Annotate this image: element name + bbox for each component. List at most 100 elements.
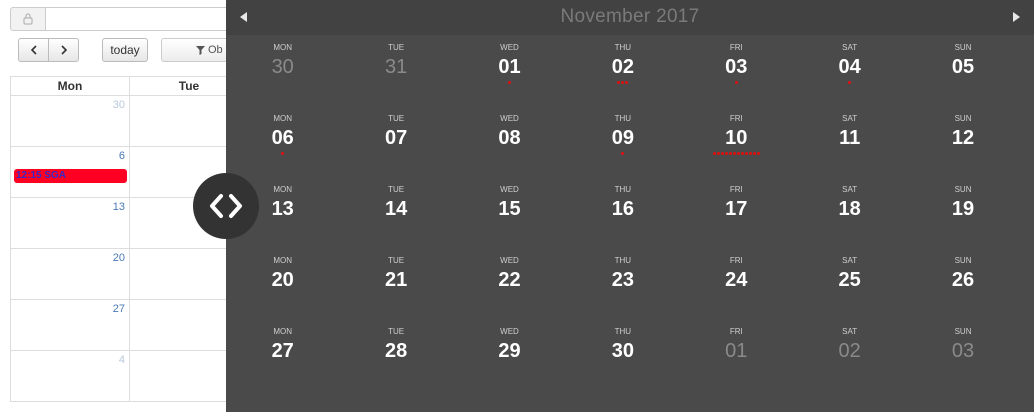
weekday-label: FRI [729, 327, 743, 336]
day-cell-mon[interactable]: 4 [10, 351, 129, 401]
today-button[interactable]: today [102, 38, 148, 62]
triangle-right-icon[interactable] [1013, 12, 1020, 22]
day-cell[interactable]: TUE 07 [339, 107, 452, 178]
day-cell[interactable]: THU 16 [566, 178, 679, 249]
day-cell-mon[interactable]: 27 [10, 300, 129, 350]
day-number: 4 [118, 354, 125, 366]
day-cell-mon[interactable]: 13 [10, 198, 129, 248]
day-cell[interactable]: SAT 11 [793, 107, 906, 178]
day-cell[interactable]: MON 27 [226, 320, 339, 391]
day-number: 13 [112, 201, 125, 213]
day-cell[interactable]: FRI 03 [680, 36, 793, 107]
event-markers [793, 365, 906, 369]
chevron-right-icon [60, 45, 67, 55]
day-cell[interactable]: WED 15 [453, 178, 566, 249]
day-cell[interactable]: THU 09 [566, 107, 679, 178]
month-title: November 2017 [560, 6, 700, 27]
day-number: 15 [498, 198, 521, 220]
event-dot [621, 81, 625, 84]
day-number: 16 [611, 198, 634, 220]
day-cell[interactable]: MON 06 [226, 107, 339, 178]
day-cell[interactable]: SAT 04 [793, 36, 906, 107]
event-dot [728, 152, 732, 155]
event-dot [734, 81, 738, 84]
day-cell[interactable]: MON 30 [226, 36, 339, 107]
day-cell[interactable]: FRI 01 [680, 320, 793, 391]
weekday-label: THU [614, 114, 632, 123]
day-cell[interactable]: SAT 25 [793, 249, 906, 320]
event-dot [736, 152, 740, 155]
day-cell[interactable]: WED 29 [453, 320, 566, 391]
event-dot [712, 152, 716, 155]
day-cell[interactable]: FRI 10 [680, 107, 793, 178]
weekday-label: WED [500, 256, 519, 265]
weekday-label: TUE [388, 114, 405, 123]
filter-button[interactable]: Ob [161, 38, 226, 62]
day-cell[interactable]: TUE 28 [339, 320, 452, 391]
day-cell-tue[interactable] [129, 96, 226, 146]
weekday-label: MON [273, 256, 293, 265]
event-markers [566, 365, 679, 369]
compare-slider-handle[interactable] [193, 173, 259, 239]
weekday-label: WED [500, 43, 519, 52]
day-number: 27 [271, 340, 294, 362]
day-number: 03 [951, 340, 975, 362]
day-cell[interactable]: SUN 12 [906, 107, 1019, 178]
day-cell[interactable]: THU 30 [566, 320, 679, 391]
event-markers [566, 223, 679, 227]
day-cell[interactable]: SAT 18 [793, 178, 906, 249]
weekday-label: WED [500, 327, 519, 336]
day-number: 31 [384, 56, 408, 78]
next-button[interactable] [48, 38, 79, 62]
weekday-label: THU [614, 256, 632, 265]
day-cell-tue[interactable] [129, 249, 226, 299]
day-number: 09 [611, 127, 634, 149]
event-markers [680, 294, 793, 298]
prev-button[interactable] [18, 38, 49, 62]
day-cell[interactable]: TUE 14 [339, 178, 452, 249]
day-cell-mon[interactable]: 6 12:15 SGA [10, 147, 129, 197]
event-markers [339, 294, 452, 298]
event-markers [793, 294, 906, 298]
day-cell[interactable]: FRI 17 [680, 178, 793, 249]
weekday-label: SAT [842, 114, 858, 123]
day-number: 22 [498, 269, 521, 291]
event-chip[interactable]: 12:15 SGA [14, 169, 127, 183]
day-number: 01 [725, 340, 748, 362]
search-input[interactable] [46, 7, 226, 31]
day-cell[interactable]: THU 02 [566, 36, 679, 107]
day-cell[interactable]: MON 20 [226, 249, 339, 320]
day-cell[interactable]: TUE 21 [339, 249, 452, 320]
day-cell[interactable]: WED 22 [453, 249, 566, 320]
event-dot [752, 152, 756, 155]
weekday-label: FRI [729, 185, 743, 194]
day-cell[interactable]: SUN 19 [906, 178, 1019, 249]
day-cell[interactable]: TUE 31 [339, 36, 452, 107]
day-cell-mon[interactable]: 30 [10, 96, 129, 146]
day-number: 24 [725, 269, 748, 291]
weekday-label: TUE [388, 327, 405, 336]
event-markers [906, 365, 1019, 369]
day-cell[interactable]: FRI 24 [680, 249, 793, 320]
day-cell-tue[interactable] [129, 300, 226, 350]
day-number: 12 [951, 127, 975, 149]
event-dot [720, 152, 724, 155]
event-dot [625, 81, 629, 84]
event-markers [453, 294, 566, 298]
weekday-label: SAT [842, 327, 858, 336]
lock-button[interactable] [10, 7, 46, 31]
event-dot [724, 152, 728, 155]
day-cell-tue[interactable] [129, 351, 226, 401]
day-cell[interactable]: WED 08 [453, 107, 566, 178]
chevron-left-icon [30, 45, 37, 55]
day-number: 30 [271, 56, 294, 78]
day-cell-mon[interactable]: 20 [10, 249, 129, 299]
day-cell[interactable]: WED 01 [453, 36, 566, 107]
day-cell[interactable]: SUN 05 [906, 36, 1019, 107]
weekday-label: TUE [388, 185, 405, 194]
event-dot [507, 81, 511, 84]
day-cell[interactable]: THU 23 [566, 249, 679, 320]
day-cell[interactable]: SUN 03 [906, 320, 1019, 391]
day-cell[interactable]: SUN 26 [906, 249, 1019, 320]
day-cell[interactable]: SAT 02 [793, 320, 906, 391]
